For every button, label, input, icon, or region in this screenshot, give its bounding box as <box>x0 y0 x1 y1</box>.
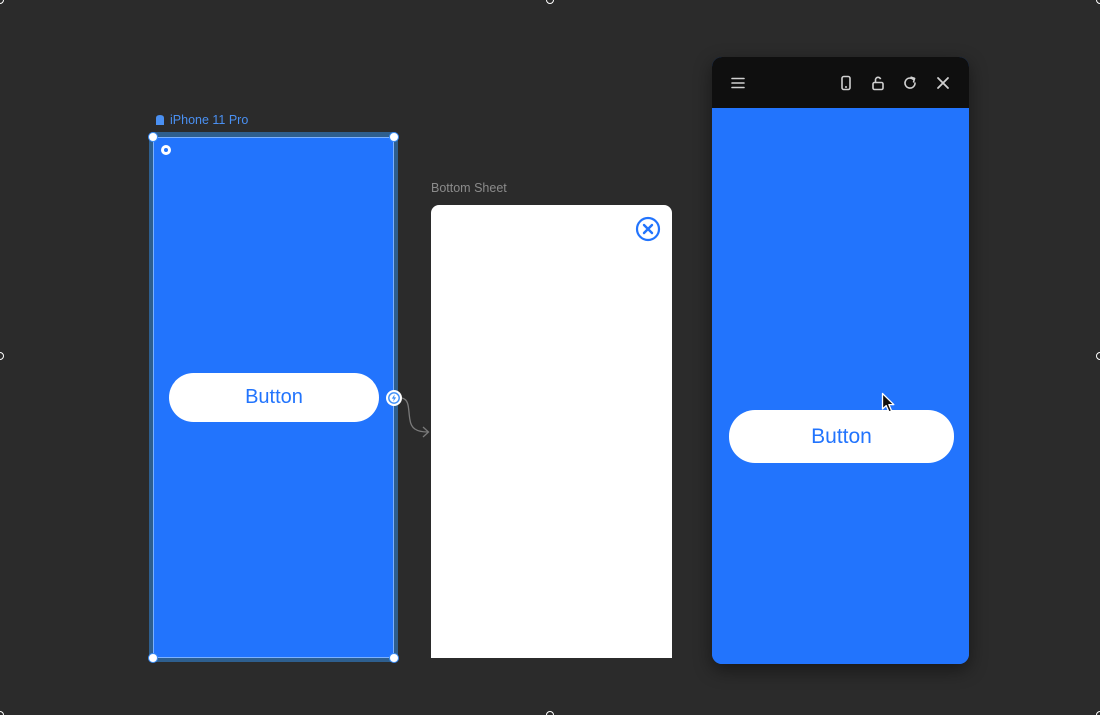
canvas-handle-left[interactable] <box>0 352 4 360</box>
interaction-connector-arrow <box>401 397 430 438</box>
canvas-handle-top[interactable] <box>546 0 554 4</box>
mouse-cursor-icon <box>881 392 895 413</box>
frame-label-iphone[interactable]: iPhone 11 Pro <box>155 112 248 128</box>
frame-device-icon <box>156 115 164 125</box>
resize-handle-bottom-left[interactable] <box>148 653 158 663</box>
canvas-handle-bottom[interactable] <box>546 711 554 715</box>
frame-origin-handle[interactable] <box>161 145 171 155</box>
device-icon[interactable] <box>835 72 857 94</box>
menu-icon[interactable] <box>727 72 749 94</box>
canvas-handle-top-left[interactable] <box>0 0 4 4</box>
close-circle-icon[interactable] <box>635 216 661 242</box>
frame-label-bottom-sheet[interactable]: Bottom Sheet <box>431 181 507 195</box>
canvas-handle-top-right[interactable] <box>1096 0 1100 4</box>
reload-icon[interactable] <box>899 72 921 94</box>
frame-button[interactable]: Button <box>169 373 379 422</box>
resize-handle-top-right[interactable] <box>389 132 399 142</box>
canvas-handle-bottom-left[interactable] <box>0 711 4 715</box>
preview-window[interactable]: Button <box>712 57 969 664</box>
resize-handle-top-left[interactable] <box>148 132 158 142</box>
frame-label-text: iPhone 11 Pro <box>170 113 249 127</box>
frame-button-label: Button <box>245 386 303 408</box>
unlock-icon[interactable] <box>867 72 889 94</box>
design-canvas[interactable]: iPhone 11 Pro Button Bottom Sheet Button <box>0 0 1100 715</box>
preview-toolbar <box>712 57 969 108</box>
preview-button-label: Button <box>811 424 872 448</box>
canvas-handle-right[interactable] <box>1096 352 1100 360</box>
resize-handle-bottom-right[interactable] <box>389 653 399 663</box>
preview-button[interactable]: Button <box>729 410 954 463</box>
canvas-handle-bottom-right[interactable] <box>1096 711 1100 715</box>
preview-screen[interactable]: Button <box>712 108 969 664</box>
close-icon[interactable] <box>932 72 954 94</box>
frame-bottom-sheet[interactable] <box>431 205 672 658</box>
